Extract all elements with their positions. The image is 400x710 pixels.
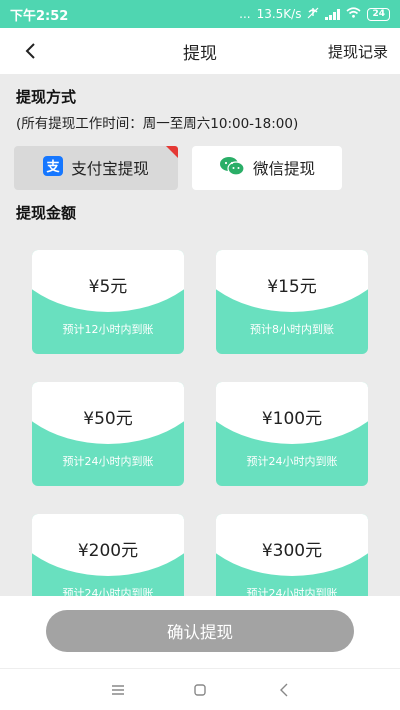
battery-icon: 24 bbox=[367, 7, 390, 21]
status-time: 下午2:52 bbox=[10, 8, 69, 24]
signal-icon bbox=[325, 8, 341, 20]
amount-card[interactable]: ¥50元 预计24小时内到账 bbox=[32, 382, 184, 486]
confirm-bar: 确认提现 bbox=[0, 596, 400, 668]
svg-text:支: 支 bbox=[46, 159, 61, 175]
arrival-estimate: 预计8小时内到账 bbox=[250, 323, 334, 336]
amount-value: ¥200元 bbox=[77, 541, 139, 561]
amount-value: ¥300元 bbox=[261, 541, 323, 561]
status-dots: ... bbox=[239, 7, 251, 21]
wechat-icon bbox=[219, 156, 245, 180]
confirm-withdraw-button[interactable]: 确认提现 bbox=[46, 610, 354, 652]
amount-value: ¥100元 bbox=[261, 409, 323, 429]
home-icon[interactable] bbox=[188, 679, 212, 701]
back-button[interactable] bbox=[18, 38, 42, 64]
amount-value: ¥5元 bbox=[88, 277, 128, 297]
system-nav-bar bbox=[0, 668, 400, 710]
mute-icon bbox=[307, 7, 319, 22]
status-indicators: ... 13.5K/s 24 bbox=[239, 7, 390, 22]
amount-card[interactable]: ¥5元 预计12小时内到账 bbox=[32, 250, 184, 354]
arrival-estimate: 预计24小时内到账 bbox=[246, 587, 338, 596]
alipay-option-label: 支付宝提现 bbox=[71, 160, 149, 178]
amount-value: ¥15元 bbox=[267, 277, 317, 297]
arrival-estimate: 预计12小时内到账 bbox=[62, 323, 154, 336]
withdraw-record-link[interactable]: 提现记录 bbox=[328, 41, 388, 62]
arrival-estimate: 预计24小时内到账 bbox=[62, 587, 154, 596]
alipay-icon: 支 bbox=[43, 156, 64, 180]
menu-icon[interactable] bbox=[106, 679, 130, 701]
status-bar: 下午2:52 ... 13.5K/s 24 bbox=[0, 0, 400, 28]
wechat-option-label: 微信提现 bbox=[252, 160, 315, 178]
main-content: 提现方式 (所有提现工作时间：周一至周六10:00-18:00) 支 支付宝提现… bbox=[0, 74, 400, 596]
back-icon[interactable] bbox=[272, 679, 296, 701]
amount-card[interactable]: ¥300元 预计24小时内到账 bbox=[216, 514, 368, 596]
alipay-option[interactable]: 支 支付宝提现 bbox=[14, 146, 178, 190]
amount-card[interactable]: ¥100元 预计24小时内到账 bbox=[216, 382, 368, 486]
amount-card[interactable]: ¥200元 预计24小时内到账 bbox=[32, 514, 184, 596]
amount-section-title: 提现金额 bbox=[16, 204, 77, 222]
selected-corner-mark bbox=[166, 146, 178, 158]
amount-value: ¥50元 bbox=[83, 409, 133, 429]
network-speed: 13.5K/s bbox=[256, 7, 302, 21]
amount-card[interactable]: ¥15元 预计8小时内到账 bbox=[216, 250, 368, 354]
arrival-estimate: 预计24小时内到账 bbox=[62, 455, 154, 468]
wechat-option[interactable]: 微信提现 bbox=[192, 146, 342, 190]
header: 提现 提现记录 bbox=[0, 28, 400, 74]
method-section-title: 提现方式 bbox=[16, 88, 77, 106]
working-hours-note: (所有提现工作时间：周一至周六10:00-18:00) bbox=[16, 116, 299, 132]
chevron-left-icon bbox=[25, 43, 35, 59]
arrival-estimate: 预计24小时内到账 bbox=[246, 455, 338, 468]
wifi-icon bbox=[346, 7, 361, 21]
